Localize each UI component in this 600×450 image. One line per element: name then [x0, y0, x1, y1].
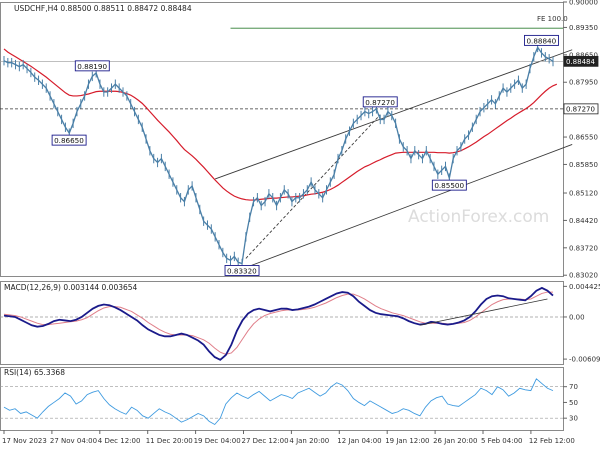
y-tick-label: 0.84420 [569, 217, 598, 225]
rsi-title: RSI(14) 65.3368 [4, 368, 65, 377]
last-price-label: 0.88484 [566, 58, 595, 66]
rsi-line [3, 378, 554, 426]
x-tick-label: 17 Nov 2023 [2, 437, 47, 445]
x-tick-label: 4 Jan 20:00 [289, 437, 329, 445]
x-tick-label: 12 Feb 12:00 [529, 437, 575, 445]
y-tick-label: 0.90000 [569, 0, 598, 7]
price-annotation-label: 0.85500 [434, 181, 464, 190]
price-annotation-label: 0.88190 [77, 62, 107, 71]
y-tick-label: 0.85120 [569, 190, 598, 198]
macd-panel: 0.004425 0.00 -0.006092 [0, 283, 600, 364]
y-tick-label: 0.004425 [569, 283, 600, 291]
price-line [3, 46, 554, 265]
macd-signal-line [3, 291, 553, 355]
x-tick-label: 19 Dec 04:00 [194, 437, 241, 445]
y-tick-label: 0.83020 [569, 272, 598, 280]
x-axis: 17 Nov 2023 27 Nov 04:00 4 Dec 12:00 11 Dec… [2, 430, 575, 445]
y-tick-label: 0.87950 [569, 79, 598, 87]
x-tick-label: 12 Jan 04:00 [337, 437, 381, 445]
watermark: ActionForex.com [408, 207, 549, 227]
x-tick-label: 19 Jan 12:00 [385, 437, 429, 445]
channel-upper [215, 49, 573, 180]
y-tick-label: 70 [569, 383, 578, 391]
price-annotation-label: 0.88840 [526, 36, 556, 45]
y-tick-label: 0.00 [569, 313, 585, 321]
y-tick-label: -0.006092 [569, 356, 600, 364]
price-panel: 0.900000.893500.886500.879500.872700.865… [0, 0, 599, 280]
price-annotation-label: 0.87270 [365, 98, 395, 107]
y-tick-label: 50 [569, 399, 578, 407]
x-tick-label: 11 Dec 20:00 [146, 437, 193, 445]
price-title: USDCHF,H4 0.88500 0.88511 0.88472 0.8848… [14, 4, 192, 13]
fe-label: FE 100.0 [537, 15, 568, 23]
y-tick-label: 0.86550 [569, 134, 598, 142]
y-tick-label: 0.89350 [569, 24, 598, 32]
y-tick-label: 30 [569, 415, 578, 423]
y-tick-label: 0.85850 [569, 161, 598, 169]
macd-title: MACD(12,26,9) 0.003144 0.003654 [4, 283, 138, 292]
x-tick-label: 4 Dec 12:00 [98, 437, 141, 445]
panel-frame [0, 367, 564, 431]
price-annotation-label: 0.83320 [227, 266, 257, 275]
x-tick-label: 27 Nov 04:00 [50, 437, 97, 445]
x-tick-label: 27 Dec 12:00 [242, 437, 289, 445]
forex-chart: 0.900000.893500.886500.879500.872700.865… [0, 0, 600, 445]
price-annotation-label: 0.86650 [54, 136, 84, 145]
x-tick-label: 26 Jan 20:00 [433, 437, 477, 445]
panel-frame [0, 281, 564, 365]
x-tick-label: 5 Feb 04:00 [481, 437, 522, 445]
y-tick-label: 0.83720 [569, 244, 598, 252]
macd-line [3, 286, 554, 361]
rsi-panel: 70 50 30 [0, 378, 578, 426]
level-price-label: 0.87270 [566, 105, 595, 113]
